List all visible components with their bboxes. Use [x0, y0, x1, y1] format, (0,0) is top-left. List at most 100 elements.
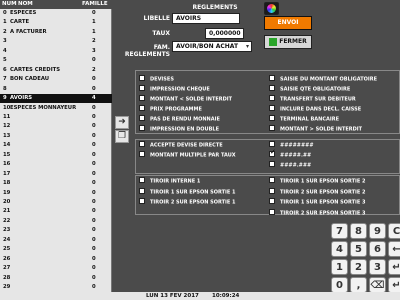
option-checkbox[interactable]: TIROIR 1 SUR EPSON SORTIE 2 [269, 177, 366, 186]
option-checkbox[interactable]: TIROIR 2 SUR EPSON SORTIE 1 [139, 198, 236, 207]
checkbox-icon[interactable] [139, 75, 145, 81]
list-row[interactable]: 17 0 [0, 170, 112, 179]
list-row[interactable]: 10 ESPECES MONNAYEUR 0 [0, 104, 112, 113]
option-checkbox[interactable]: IMPRESSION CHEQUE [139, 85, 210, 94]
list-row[interactable]: 9 AVOIRS 4 [0, 94, 112, 103]
checkbox-icon[interactable] [269, 85, 275, 91]
list-row[interactable]: 22 0 [0, 217, 112, 226]
keypad-key[interactable]: ↵ [388, 277, 400, 293]
checkbox-icon[interactable] [139, 85, 145, 91]
list-row[interactable]: 16 0 [0, 160, 112, 169]
list-row[interactable]: 14 0 [0, 141, 112, 150]
list-row[interactable]: 24 0 [0, 236, 112, 245]
list-row[interactable]: 26 0 [0, 255, 112, 264]
option-checkbox[interactable]: TIROIR 1 SUR EPSON SORTIE 3 [269, 198, 366, 207]
checkbox-icon[interactable] [269, 149, 276, 157]
list-row[interactable]: 12 0 [0, 122, 112, 131]
checkbox-icon[interactable] [269, 125, 275, 131]
list-row[interactable]: 50 [0, 56, 112, 65]
keypad-key[interactable]: 9 [369, 223, 386, 239]
checkbox-icon[interactable] [269, 141, 275, 147]
option-checkbox[interactable]: IMPRESSION EN DOUBLE [139, 125, 219, 134]
checkbox-icon[interactable] [269, 75, 275, 81]
list-row[interactable]: 21 0 [0, 207, 112, 216]
option-checkbox[interactable]: MONTANT > SOLDE INTERDIT [269, 125, 362, 134]
list-row[interactable]: 6 CARTES CREDITS 2 [0, 66, 112, 75]
option-checkbox[interactable]: SAISIE DU MONTANT OBLIGATOIRE [269, 75, 377, 84]
option-checkbox[interactable]: TIROIR 1 SUR EPSON SORTIE 1 [139, 187, 236, 197]
list-row[interactable]: 18 0 [0, 179, 112, 188]
option-checkbox[interactable]: INCLURE DANS DECL. CAISSE [269, 105, 361, 114]
option-checkbox[interactable]: MONTANT MULTIPLE PAR TAUX [139, 151, 236, 160]
option-checkbox[interactable]: #####.## [269, 149, 311, 160]
list-row[interactable]: 25 0 [0, 245, 112, 254]
keypad-key[interactable]: ↵ [388, 259, 400, 275]
list-row[interactable]: 20 0 [0, 198, 112, 207]
checkbox-icon[interactable] [139, 141, 145, 147]
list-row[interactable]: 0 ESPECES 0 [0, 9, 112, 18]
keypad-key[interactable]: 6 [369, 241, 386, 257]
keypad-key[interactable]: 7 [331, 223, 348, 239]
fermer-button[interactable]: FERMER [264, 35, 312, 49]
option-checkbox[interactable]: ACCEPTE DEVISE DIRECTE [139, 141, 223, 150]
option-checkbox[interactable]: PAS DE RENDU MONNAIE [139, 115, 220, 124]
option-checkbox[interactable]: TRANSFERT SUR DEBITEUR [269, 95, 356, 104]
list-row[interactable]: 11 0 [0, 113, 112, 122]
checkbox-icon[interactable] [139, 151, 145, 157]
option-checkbox[interactable]: TERMINAL BANCAIRE [269, 115, 339, 124]
list-row[interactable]: 29 0 [0, 283, 112, 292]
list-row[interactable]: 7 BON CADEAU 0 [0, 75, 112, 84]
checkbox-icon[interactable] [269, 95, 275, 101]
list-row[interactable]: 1 CARTE 1 [0, 18, 112, 27]
option-checkbox[interactable]: DEVISES [139, 75, 174, 84]
keypad-key[interactable]: ← [388, 241, 400, 257]
option-checkbox[interactable]: TIROIR 2 SUR EPSON SORTIE 3 [269, 208, 366, 218]
checkbox-icon[interactable] [139, 125, 145, 131]
keypad-key[interactable]: C [388, 223, 400, 239]
list-row[interactable]: 43 [0, 47, 112, 56]
checkbox-icon[interactable] [139, 95, 145, 101]
list-row[interactable]: 27 0 [0, 264, 112, 273]
keypad-key[interactable]: ⌫ [369, 277, 386, 293]
keypad-key[interactable]: 1 [331, 259, 348, 275]
keypad-key[interactable]: 3 [369, 259, 386, 275]
keypad-key[interactable]: , [350, 277, 367, 293]
checkbox-icon[interactable] [269, 115, 275, 121]
checkbox-icon[interactable] [269, 177, 275, 183]
checkbox-icon[interactable] [269, 187, 275, 194]
forward-arrow-button[interactable]: ➜ [115, 116, 129, 129]
option-checkbox[interactable]: TIROIR INTERNE 1 [139, 177, 200, 186]
list-row[interactable]: 28 0 [0, 274, 112, 283]
libelle-input[interactable]: AVOIRS [172, 13, 240, 24]
color-palette-button[interactable] [264, 2, 279, 15]
envoi-button[interactable]: ENVOI [264, 16, 312, 30]
option-checkbox[interactable]: ####.### [269, 161, 311, 170]
keypad-key[interactable]: 8 [350, 223, 367, 239]
fam-reglements-select[interactable]: AVOIR/BON ACHAT ▾ [172, 41, 252, 52]
checkbox-icon[interactable] [269, 105, 275, 111]
list-row[interactable]: 32 [0, 37, 112, 46]
checkbox-icon[interactable] [269, 208, 275, 215]
list-row[interactable]: 2A FACTURER 1 [0, 28, 112, 37]
list-row[interactable]: 15 0 [0, 151, 112, 160]
checkbox-icon[interactable] [139, 115, 145, 121]
option-checkbox[interactable]: TIROIR 2 SUR EPSON SORTIE 2 [269, 187, 366, 197]
checkbox-icon[interactable] [269, 198, 275, 204]
list-row[interactable]: 80 [0, 85, 112, 94]
option-checkbox[interactable]: SAISIE QTE OBLIGATOIRE [269, 85, 350, 94]
list-row[interactable]: 13 0 [0, 132, 112, 141]
keypad-key[interactable]: 0 [331, 277, 348, 293]
checkbox-icon[interactable] [139, 177, 145, 183]
list-row[interactable]: 19 0 [0, 189, 112, 198]
list-row[interactable]: 23 0 [0, 226, 112, 235]
copy-button[interactable]: ❐ [115, 130, 129, 143]
checkbox-icon[interactable] [139, 187, 145, 194]
keypad-key[interactable]: 4 [331, 241, 348, 257]
taux-input[interactable]: 0,000000 [205, 28, 244, 39]
checkbox-icon[interactable] [269, 161, 275, 167]
keypad-key[interactable]: 5 [350, 241, 367, 257]
checkbox-icon[interactable] [139, 198, 145, 204]
option-checkbox[interactable]: MONTANT < SOLDE INTERDIT [139, 95, 232, 104]
checkbox-icon[interactable] [139, 105, 145, 111]
option-checkbox[interactable]: PRIX PROGRAMME [139, 105, 202, 114]
